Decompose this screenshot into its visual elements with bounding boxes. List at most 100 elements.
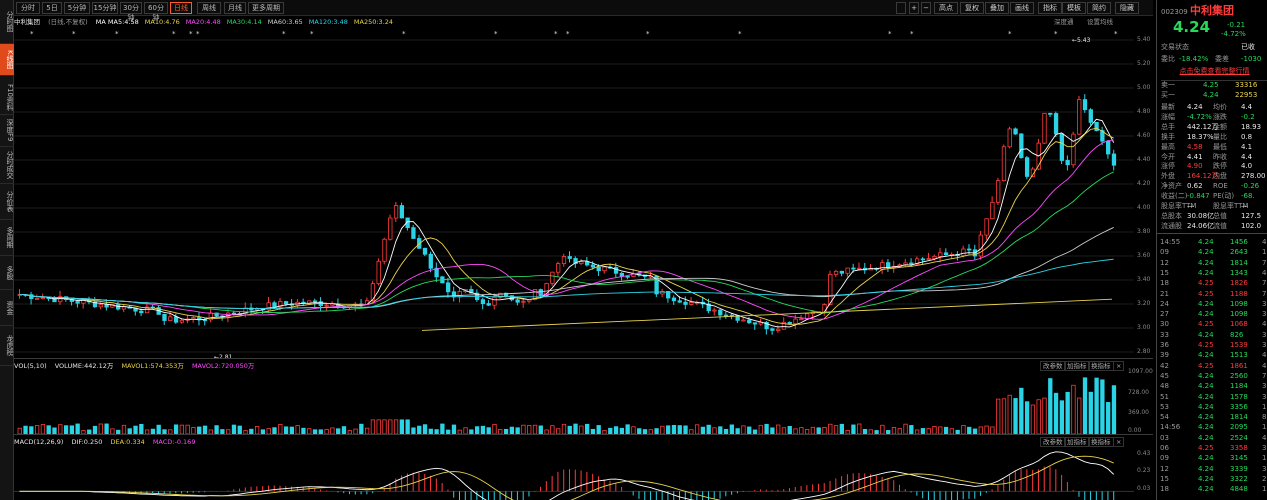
toolbar-button[interactable]: 简约 — [1087, 2, 1111, 14]
event-marker[interactable]: * — [310, 30, 314, 38]
stock-name[interactable]: 中利集团 — [14, 18, 40, 26]
left-nav-item[interactable]: 多周期 — [0, 220, 14, 256]
kline-chart[interactable]: ←5.43←2.81* * * * * * * * * * * * * * * * * * * — [14, 28, 1153, 358]
macd-value: MACD:-0.169 — [152, 438, 196, 446]
tick-cell: 4.24 — [1198, 238, 1214, 246]
ma-settings-link[interactable]: 设置均线 — [1087, 16, 1113, 28]
stat-cell: 4.90 — [1187, 162, 1203, 171]
event-marker[interactable]: * — [30, 30, 34, 38]
macd-dea: DEA:0.334 — [110, 438, 145, 446]
left-nav-item[interactable]: F10资料 — [0, 80, 14, 115]
left-nav-item[interactable]: 龙虎榜 — [0, 326, 14, 366]
period-tab[interactable]: 15分钟 — [92, 2, 118, 14]
high-annotation: ←5.43 — [1072, 37, 1091, 44]
event-marker[interactable]: * — [196, 30, 200, 38]
plus-icon[interactable]: + — [909, 2, 919, 14]
panel-button[interactable]: 改参数 — [1040, 437, 1066, 447]
period-tab[interactable]: 月线 — [224, 2, 246, 14]
event-marker[interactable]: * — [282, 30, 286, 38]
tick-cell: 7 — [1262, 279, 1267, 288]
left-nav-item[interactable]: 资金 — [0, 290, 14, 326]
event-marker[interactable]: * — [1008, 30, 1012, 38]
stat-cell: -0.26 — [1241, 182, 1260, 191]
panel-button[interactable]: 加指标 — [1064, 361, 1090, 371]
toolbar-button[interactable]: 画线 — [1010, 2, 1034, 14]
stat-cell: 4.41 — [1187, 152, 1203, 161]
weicha-label: 委差 — [1215, 55, 1229, 63]
candle — [567, 251, 572, 263]
tick-cell: 4848 — [1230, 485, 1248, 494]
volume-chart[interactable] — [14, 372, 1153, 434]
candle — [1088, 108, 1093, 126]
toolbar-button[interactable]: 复权 — [960, 2, 984, 14]
macd-title: MACD(12,26,9) — [14, 438, 64, 446]
volume-bar — [938, 426, 943, 434]
toolbar-button[interactable]: 叠加 — [985, 2, 1009, 14]
price-axis-label: 2.80 — [1137, 348, 1151, 355]
stat-cell: 外盘 — [1161, 172, 1175, 181]
close-icon[interactable]: × — [1113, 361, 1125, 371]
volume-bar — [34, 425, 40, 434]
period-tab[interactable]: 5日 — [42, 2, 62, 14]
toolbar-button[interactable]: 高点 — [934, 2, 958, 14]
panel-button[interactable]: 换指标 — [1088, 361, 1114, 371]
candle — [185, 314, 190, 324]
toolbar-button[interactable]: 隐藏 — [1115, 2, 1139, 14]
tick-cell: 4.25 — [1198, 341, 1214, 349]
event-marker[interactable]: * — [494, 30, 498, 38]
left-nav-item[interactable]: 深度F9 — [0, 115, 14, 147]
period-tab[interactable]: 5分钟 — [64, 2, 90, 14]
event-marker[interactable]: * — [910, 30, 914, 38]
toolbar-button[interactable]: 指标 — [1038, 2, 1062, 14]
period-tab[interactable]: 周线 — [197, 2, 221, 14]
toolbar-button[interactable]: 模板 — [1062, 2, 1086, 14]
event-marker[interactable]: * — [189, 30, 193, 38]
volume-bar — [990, 426, 995, 434]
stat-row: 净资产 0.62 ROE -0.26 — [1161, 182, 1267, 191]
volume-bar — [1094, 377, 1099, 434]
candle — [399, 202, 405, 219]
tick-cell: 3145 — [1230, 454, 1248, 463]
promo-link[interactable]: 点击免费查看完整行情 — [1180, 67, 1250, 75]
event-marker[interactable]: * — [554, 30, 558, 38]
event-marker[interactable]: * — [738, 30, 742, 38]
period-tab[interactable]: 日线 — [170, 2, 192, 14]
tick-row: 51 4.24 1578 3 — [1160, 392, 1267, 402]
left-nav-item[interactable]: 分时成交 — [0, 147, 14, 184]
event-marker[interactable]: * — [566, 30, 570, 38]
period-tab[interactable]: 分时 — [16, 2, 40, 14]
event-marker[interactable]: * — [172, 30, 176, 38]
deep-link[interactable]: 深度通 — [1054, 16, 1074, 28]
panel-button[interactable]: 加指标 — [1064, 437, 1090, 447]
event-marker[interactable]: * — [72, 30, 76, 38]
left-nav-item[interactable]: K线图 — [0, 44, 14, 76]
period-tab[interactable]: 更多周期 — [248, 2, 284, 14]
tick-cell: 4.25 — [1198, 279, 1214, 288]
event-marker[interactable]: * — [646, 30, 650, 38]
event-marker[interactable]: * — [888, 30, 892, 38]
period-tab[interactable]: 60分钟 — [144, 2, 168, 22]
macd-chart[interactable] — [14, 448, 1153, 500]
price-axis-label: 4.60 — [1137, 132, 1151, 139]
event-marker[interactable]: * — [115, 30, 119, 38]
stat-cell: 18.37% — [1187, 132, 1214, 141]
panel-button[interactable]: 换指标 — [1088, 437, 1114, 447]
volume-bar — [718, 426, 723, 434]
event-marker[interactable]: * — [1054, 30, 1058, 38]
copy-icon[interactable] — [896, 2, 906, 14]
stat-cell: — — [1241, 202, 1248, 210]
adjust-mode[interactable]: (日线,不复权) — [48, 18, 88, 26]
event-marker[interactable]: * — [402, 30, 406, 38]
tick-cell: 3339 — [1230, 464, 1248, 473]
period-tab[interactable]: 30分钟 — [120, 2, 142, 22]
event-marker[interactable]: * — [1114, 30, 1118, 38]
close-icon[interactable]: × — [1113, 437, 1125, 447]
left-nav-item[interactable]: 多股 — [0, 256, 14, 290]
left-nav-item[interactable]: 分价表 — [0, 184, 14, 220]
change: -0.21 — [1227, 21, 1246, 29]
minus-icon[interactable]: − — [921, 2, 931, 14]
left-nav-item[interactable]: 分时图 — [0, 0, 14, 44]
tick-cell: 09 — [1160, 454, 1169, 463]
macd-dif: DIF:0.250 — [71, 438, 103, 446]
panel-button[interactable]: 改参数 — [1040, 361, 1066, 371]
